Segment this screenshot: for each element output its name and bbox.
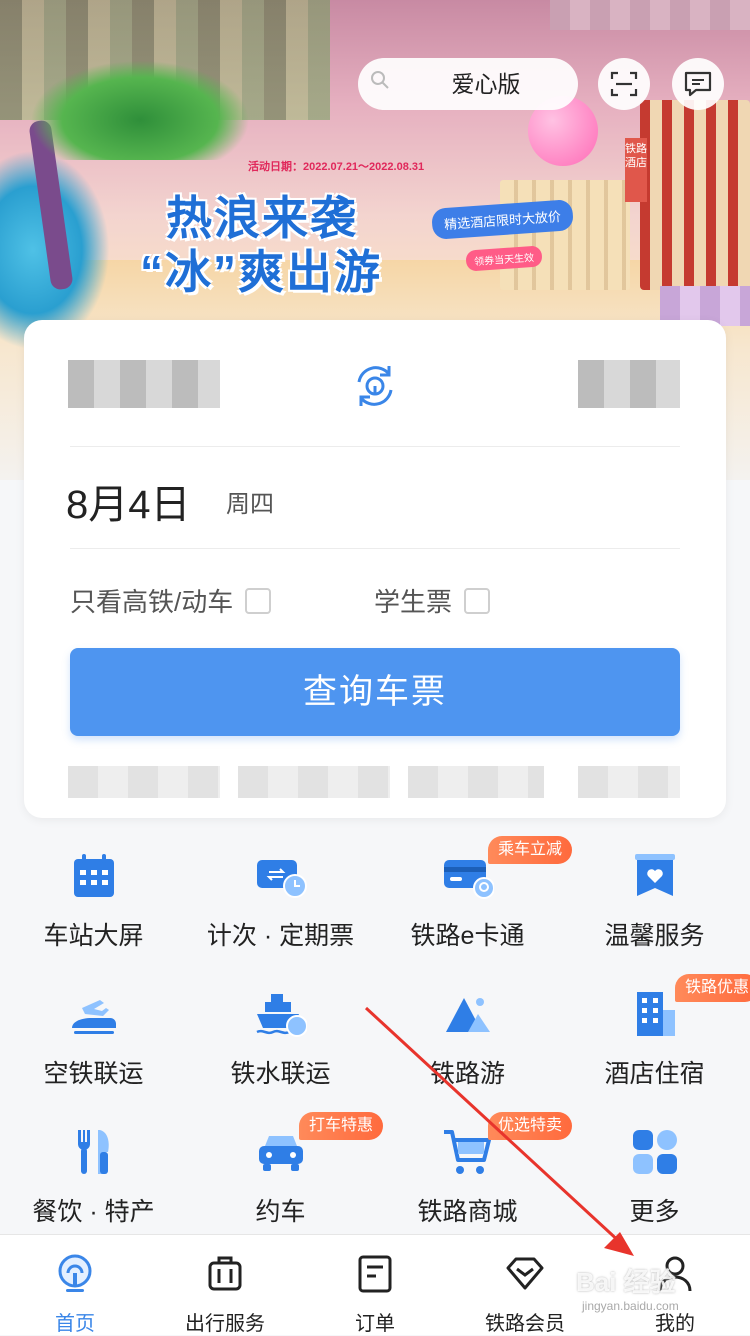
service-warm[interactable]: 温馨服务: [561, 836, 748, 966]
service-ecard[interactable]: 铁路e卡通 乘车立减: [374, 836, 573, 966]
service-car[interactable]: 约车 打车特惠: [187, 1112, 384, 1242]
service-label: 酒店住宿: [604, 1060, 705, 1088]
hotel-building-small: [500, 180, 630, 290]
service-label: 空铁联运: [43, 1060, 144, 1088]
promo-title-line2: “冰”爽出游: [140, 246, 382, 298]
hotel-icon: [636, 992, 675, 1036]
history-item[interactable]: [238, 766, 390, 798]
e-card-icon: [443, 860, 494, 899]
ticket-clock-icon: [256, 860, 307, 898]
service-label: 约车: [255, 1198, 306, 1226]
service-rail-water[interactable]: 铁水联运: [187, 974, 374, 1104]
travel-date[interactable]: 8月4日: [66, 472, 191, 530]
highspeed-only-label: 只看高铁/动车: [70, 587, 234, 617]
shopping-cart-icon: [443, 1130, 491, 1174]
heart-service-icon: [634, 854, 675, 896]
search-label: 爱心版: [451, 71, 521, 97]
arrival-station[interactable]: [578, 360, 680, 408]
service-period-ticket[interactable]: 计次 · 定期票: [187, 836, 374, 966]
service-label: 铁路e卡通: [410, 922, 525, 950]
hotel-sign: 铁路酒店: [625, 138, 647, 202]
student-ticket-checkbox[interactable]: [464, 587, 491, 614]
plane-train-icon: [71, 1000, 116, 1034]
more-grid-icon: [632, 1130, 677, 1174]
service-station-screen[interactable]: 车站大屏: [0, 836, 187, 966]
service-food[interactable]: 餐饮 · 特产: [0, 1112, 187, 1242]
service-label: 铁路游: [429, 1060, 505, 1088]
service-label: 铁水联运: [230, 1060, 331, 1088]
tab-home[interactable]: 首页: [0, 1235, 150, 1335]
tab-label: 首页: [55, 1313, 95, 1335]
divider: [70, 548, 680, 549]
home-rail-icon: [58, 1254, 92, 1292]
palm-leaves: [30, 60, 250, 160]
service-label: 温馨服务: [604, 922, 705, 950]
highspeed-only-option[interactable]: 只看高铁/动车: [70, 582, 272, 619]
message-button[interactable]: [672, 58, 724, 110]
travel-weekday: 周四: [226, 491, 274, 518]
ship-train-icon: [255, 994, 307, 1037]
swap-stations-icon[interactable]: [349, 360, 401, 412]
service-hotel[interactable]: 酒店住宿 铁路优惠: [561, 974, 750, 1104]
query-tickets-button[interactable]: 查询车票: [70, 648, 680, 736]
search-bar[interactable]: 爱心版: [358, 58, 578, 110]
tab-label: 订单: [355, 1313, 395, 1335]
divider: [70, 446, 680, 447]
service-more[interactable]: 更多: [561, 1112, 748, 1242]
tab-orders[interactable]: 订单: [300, 1235, 450, 1335]
promo-badge: 乘车立减: [488, 836, 573, 864]
promo-date: 活动日期：2022.07.21～2022.08.31: [248, 161, 425, 173]
history-item[interactable]: [408, 766, 544, 798]
promo-badge: 铁路优惠: [675, 974, 750, 1002]
service-air-rail[interactable]: 空铁联运: [0, 974, 187, 1104]
watermark-sub: jingyan.baidu.com: [582, 1299, 679, 1313]
hotel-building: [640, 100, 750, 290]
departure-station[interactable]: [68, 360, 220, 408]
diamond-icon: [506, 1257, 544, 1290]
scan-button[interactable]: [598, 58, 650, 110]
luggage-icon: [208, 1256, 242, 1291]
history-item[interactable]: [68, 766, 220, 798]
fork-knife-icon: [77, 1130, 109, 1174]
service-label: 车站大屏: [43, 922, 144, 950]
student-ticket-label: 学生票: [374, 587, 453, 617]
service-label: 铁路商城: [417, 1198, 518, 1226]
tab-travel-service[interactable]: 出行服务: [150, 1235, 300, 1335]
highspeed-only-checkbox[interactable]: [245, 587, 272, 614]
history-item[interactable]: [578, 766, 680, 798]
tab-label: 出行服务: [185, 1313, 265, 1335]
service-label: 计次 · 定期票: [206, 922, 355, 950]
order-icon: [358, 1255, 392, 1293]
calendar-screen-icon: [73, 854, 114, 897]
promo-badge: 打车特惠: [299, 1112, 384, 1140]
service-mall[interactable]: 铁路商城 优选特卖: [374, 1112, 573, 1242]
service-label: 餐饮 · 特产: [32, 1198, 155, 1226]
watermark: Bai 经验 jingyan.baidu.com: [576, 1262, 679, 1313]
mountain-icon: [445, 998, 490, 1032]
student-ticket-option[interactable]: 学生票: [374, 582, 491, 619]
service-rail-tour[interactable]: 铁路游: [374, 974, 561, 1104]
message-icon: [684, 71, 712, 97]
promo-badge: 优选特卖: [488, 1112, 573, 1140]
watermark-text: Bai 经验: [576, 1267, 676, 1297]
service-label: 更多: [629, 1198, 680, 1226]
ticket-search-card: 8月4日 周四 只看高铁/动车 学生票 查询车票: [24, 320, 726, 818]
scan-icon: [610, 71, 638, 97]
pixelated-area: [550, 0, 750, 30]
